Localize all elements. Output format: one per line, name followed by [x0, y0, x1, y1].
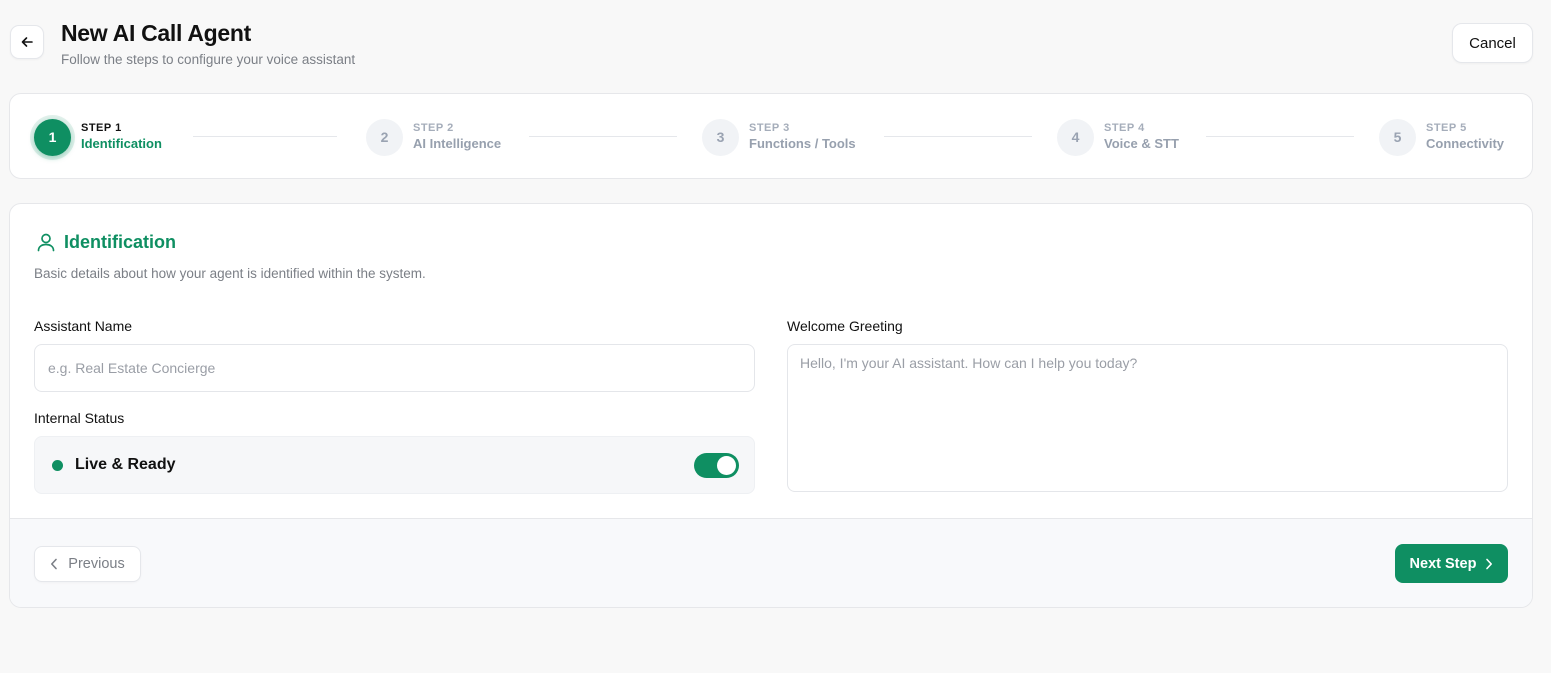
- previous-label: Previous: [68, 556, 125, 572]
- wizard-footer: Previous Next Step: [10, 518, 1532, 607]
- step-number: 5: [1379, 118, 1416, 156]
- step-number: 3: [702, 118, 739, 156]
- assistant-name-input[interactable]: [34, 344, 755, 392]
- internal-status-label: Internal Status: [34, 410, 125, 426]
- status-text: Live & Ready: [75, 456, 176, 473]
- identification-card: Identification Basic details about how y…: [9, 203, 1533, 608]
- wizard-stepper: 1 STEP 1 Identification 2 STEP 2 AI Inte…: [9, 93, 1533, 179]
- step-connector: [193, 136, 337, 137]
- cancel-button[interactable]: Cancel: [1452, 23, 1533, 63]
- page-title: New AI Call Agent: [61, 20, 251, 46]
- step-label: STEP 4: [1104, 122, 1145, 134]
- step-number: 4: [1057, 118, 1094, 156]
- next-step-label: Next Step: [1409, 555, 1477, 572]
- step-number: 2: [366, 118, 403, 156]
- step-ai-intelligence[interactable]: 2 STEP 2 AI Intelligence: [366, 118, 501, 156]
- status-toggle[interactable]: [694, 453, 739, 478]
- page-subtitle: Follow the steps to configure your voice…: [61, 52, 356, 67]
- step-identification[interactable]: 1 STEP 1 Identification: [34, 118, 162, 156]
- step-name: Functions / Tools: [749, 136, 856, 151]
- step-name: Voice & STT: [1104, 136, 1179, 151]
- previous-button[interactable]: Previous: [34, 546, 141, 582]
- toggle-knob: [717, 456, 736, 475]
- page-header: New AI Call Agent Follow the steps to co…: [10, 20, 1533, 67]
- step-connector: [529, 136, 677, 137]
- chevron-left-icon: [51, 558, 58, 570]
- step-number: 1: [34, 118, 71, 156]
- step-voice-stt[interactable]: 4 STEP 4 Voice & STT: [1057, 118, 1179, 156]
- step-name: Identification: [81, 136, 162, 151]
- section-title: Identification: [64, 232, 176, 252]
- next-step-button[interactable]: Next Step: [1395, 544, 1508, 583]
- step-connectivity[interactable]: 5 STEP 5 Connectivity: [1379, 118, 1504, 156]
- welcome-greeting-label: Welcome Greeting: [787, 318, 903, 334]
- step-connector: [884, 136, 1032, 137]
- step-name: Connectivity: [1426, 136, 1505, 151]
- chevron-right-icon: [1486, 558, 1493, 569]
- section-description: Basic details about how your agent is id…: [34, 266, 426, 281]
- welcome-greeting-textarea[interactable]: [787, 344, 1508, 492]
- status-indicator-dot: [52, 460, 63, 471]
- step-label: STEP 1: [81, 122, 122, 134]
- back-button[interactable]: [10, 25, 44, 59]
- user-icon: [37, 233, 55, 252]
- step-name: AI Intelligence: [413, 136, 502, 151]
- step-label: STEP 3: [749, 122, 790, 134]
- step-label: STEP 5: [1426, 122, 1467, 134]
- step-connector: [1206, 136, 1354, 137]
- status-panel: Live & Ready: [34, 436, 755, 494]
- step-functions-tools[interactable]: 3 STEP 3 Functions / Tools: [702, 118, 856, 156]
- arrow-left-icon: [21, 37, 33, 47]
- assistant-name-label: Assistant Name: [34, 318, 133, 334]
- step-label: STEP 2: [413, 122, 454, 134]
